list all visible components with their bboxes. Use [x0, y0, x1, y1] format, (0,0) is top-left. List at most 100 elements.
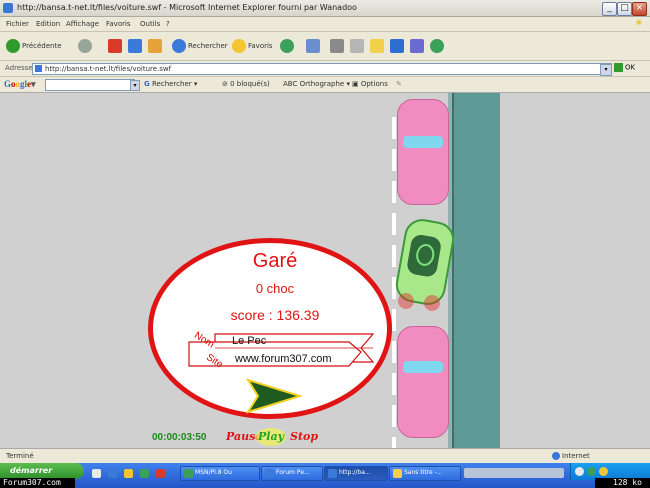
research-icon — [410, 39, 424, 53]
spellcheck-button[interactable]: ABC Orthographe ▾ — [283, 80, 350, 88]
address-dropdown[interactable]: ▾ — [600, 64, 612, 76]
lane-marking — [392, 149, 396, 171]
menu-bar: Fichier Edition Affichage Favoris Outils… — [0, 17, 650, 32]
menu-file[interactable]: Fichier — [6, 20, 29, 28]
task-label: Forum Pe... — [276, 469, 310, 476]
quicklaunch-media-icon[interactable] — [156, 469, 165, 478]
tray-icon[interactable] — [587, 467, 596, 476]
go-arrow-icon — [614, 63, 623, 72]
home-icon — [148, 39, 162, 53]
player-name: Le Pec — [232, 335, 267, 347]
msn-icon — [430, 39, 444, 53]
messenger-button[interactable] — [390, 38, 404, 54]
edit-icon — [350, 39, 364, 53]
google-search-button[interactable]: G Rechercher ▾ — [144, 80, 197, 88]
address-label: Adresse — [5, 64, 33, 72]
wheel-marker — [424, 295, 440, 311]
favorites-button[interactable]: Favoris — [232, 38, 273, 54]
research-button[interactable] — [410, 38, 424, 54]
lane-marking — [392, 341, 396, 363]
menu-view[interactable]: Affichage — [66, 20, 99, 28]
task-button[interactable]: Forum Pe... — [261, 466, 323, 481]
google-search-dropdown[interactable]: ▾ — [130, 80, 140, 91]
menu-favorites[interactable]: Favoris — [106, 20, 131, 28]
internet-zone-icon — [552, 452, 560, 460]
search-icon — [172, 39, 186, 53]
maximize-button[interactable]: □ — [617, 2, 632, 16]
search-label: Rechercher — [188, 42, 228, 50]
back-arrow-icon — [6, 39, 20, 53]
star-icon — [232, 39, 246, 53]
window-title: http://bansa.t-net.lt/files/voiture.swf … — [17, 3, 357, 12]
quicklaunch-ie-icon[interactable] — [108, 469, 117, 478]
go-button[interactable]: OK — [614, 63, 646, 74]
stop-icon — [108, 39, 122, 53]
play-button[interactable]: Play — [258, 430, 284, 443]
lane-marking — [392, 405, 396, 427]
watermark-right: 128 ko — [595, 478, 650, 488]
menu-edit[interactable]: Edition — [36, 20, 60, 28]
task-button[interactable]: MSN/Pl.8 Ou — [180, 466, 260, 481]
address-input[interactable]: http://bansa.t-net.lt/files/voiture.swf — [32, 63, 612, 75]
task-label: MSN/Pl.8 Ou — [195, 469, 232, 476]
tray-icon[interactable] — [599, 467, 608, 476]
close-button[interactable]: × — [632, 2, 647, 16]
lane-marking — [392, 373, 396, 395]
game-timer: 00:00:03:50 — [152, 432, 207, 443]
edit-button[interactable] — [350, 38, 364, 54]
options-button[interactable]: ▣ Options — [352, 80, 388, 88]
folder-button[interactable] — [370, 38, 384, 54]
quicklaunch-desktop-icon[interactable] — [92, 469, 101, 478]
lane-marking — [392, 437, 396, 448]
messenger-icon — [390, 39, 404, 53]
start-button[interactable]: démarrer — [0, 463, 84, 479]
go-label: OK — [625, 63, 636, 72]
task-button[interactable]: Sans titre -... — [389, 466, 461, 481]
history-button[interactable] — [280, 38, 294, 54]
google-logo[interactable]: Google▾ — [4, 79, 36, 90]
mail-icon — [306, 39, 320, 53]
task-label: Sans titre -... — [404, 469, 443, 476]
lane-marking — [392, 181, 396, 203]
google-search-input[interactable] — [45, 79, 135, 91]
stop-button[interactable] — [108, 38, 122, 54]
windows-logo-icon: ✷ — [634, 18, 644, 29]
quicklaunch-folder-icon[interactable] — [124, 469, 133, 478]
sidewalk — [452, 93, 500, 448]
forward-button[interactable] — [78, 38, 92, 54]
media-player-controls[interactable] — [464, 468, 564, 478]
refresh-button[interactable] — [128, 38, 142, 54]
task-button-active[interactable]: http://ba... — [324, 466, 388, 481]
parking-status: Garé — [252, 250, 298, 272]
menu-help[interactable]: ? — [166, 20, 170, 28]
start-label: démarrer — [10, 466, 53, 475]
pencil-icon[interactable]: ✎ — [396, 80, 402, 88]
quicklaunch-msn-icon[interactable] — [140, 469, 149, 478]
title-bar: http://bansa.t-net.lt/files/voiture.swf … — [0, 0, 650, 17]
menu-tools[interactable]: Outils — [140, 20, 160, 28]
print-icon — [330, 39, 344, 53]
msn-button[interactable] — [430, 38, 444, 54]
search-button[interactable]: Rechercher — [172, 38, 228, 54]
parked-car-rear — [397, 326, 449, 438]
history-icon — [280, 39, 294, 53]
ie-icon — [3, 3, 13, 13]
ie-icon — [328, 469, 337, 478]
watermark-left: Forum307.com — [0, 478, 75, 488]
print-button[interactable] — [330, 38, 344, 54]
mail-button[interactable] — [306, 38, 320, 54]
ie-icon — [265, 469, 274, 478]
standard-toolbar: Précédente Rechercher Favoris — [0, 32, 650, 61]
popup-blocker[interactable]: ⊘ 0 bloqué(s) — [222, 80, 270, 88]
home-button[interactable] — [148, 38, 162, 54]
minimize-button[interactable]: _ — [602, 2, 617, 16]
address-url: http://bansa.t-net.lt/files/voiture.swf — [45, 65, 172, 73]
score-text: score : 136.39 — [230, 307, 320, 323]
next-arrow-button[interactable] — [246, 378, 302, 414]
folder-icon — [370, 39, 384, 53]
lane-marking — [392, 213, 396, 235]
back-button[interactable]: Précédente — [6, 38, 62, 54]
tray-icon[interactable] — [575, 467, 584, 476]
collision-count: 0 choc — [255, 281, 295, 296]
stop-game-button[interactable]: Stop — [290, 430, 318, 443]
